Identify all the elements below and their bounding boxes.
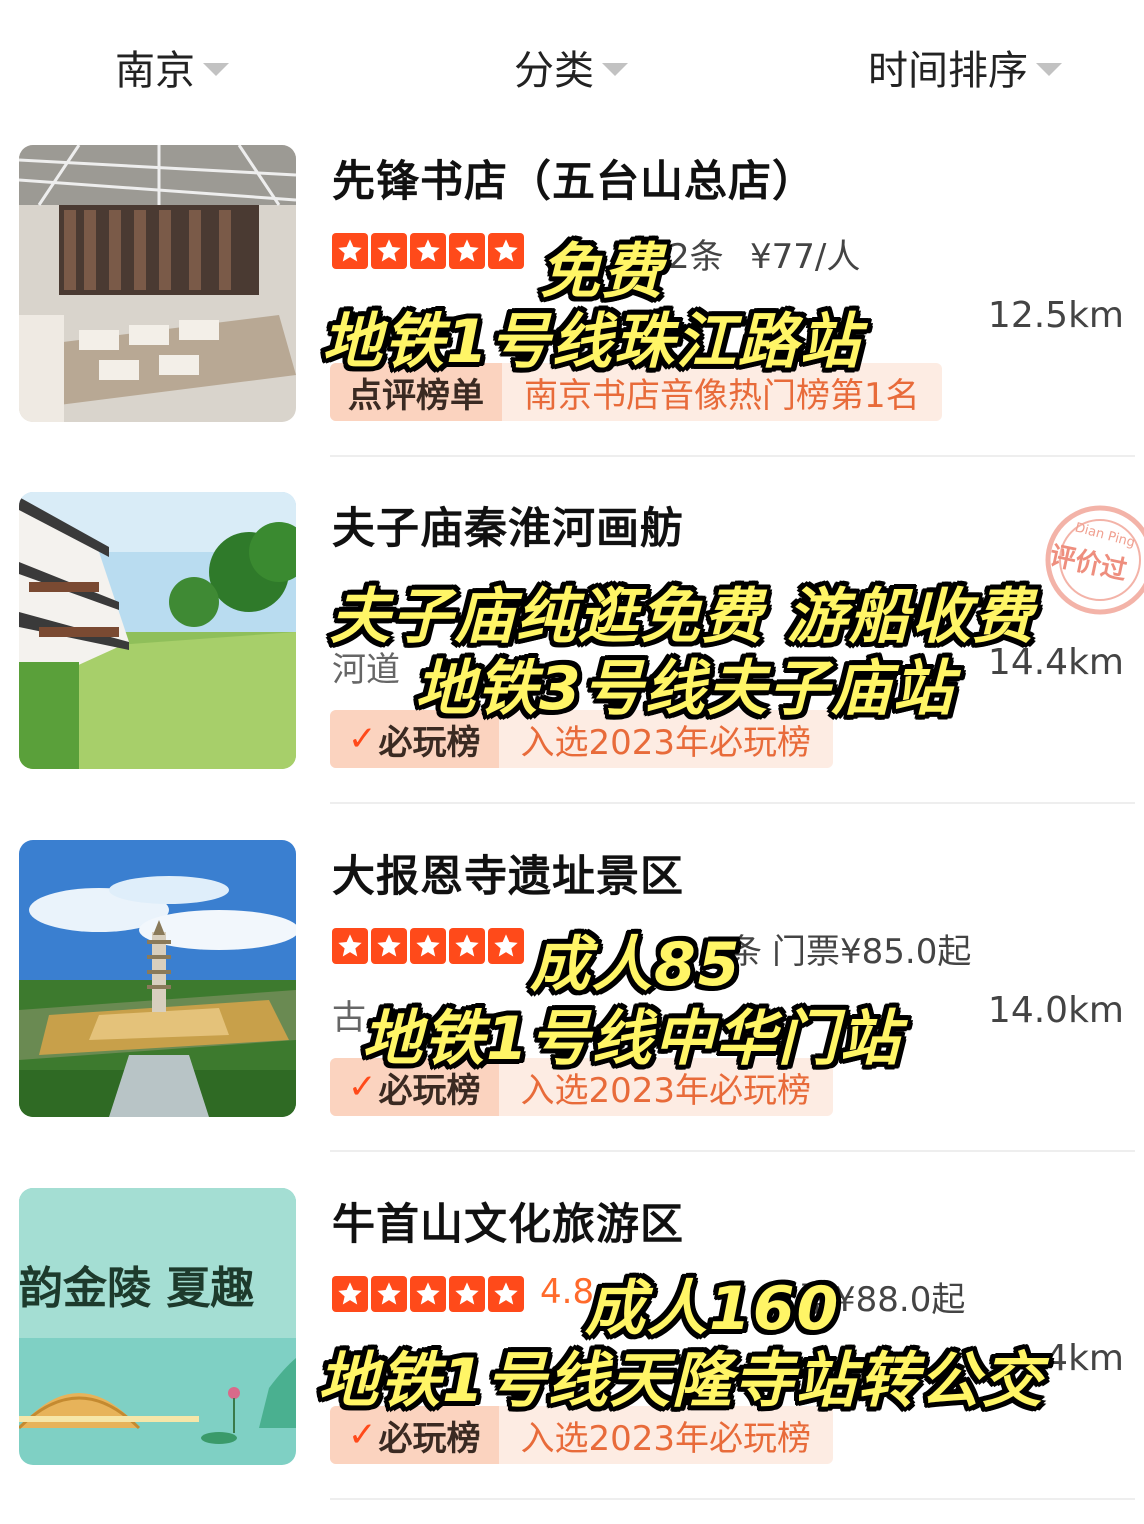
filter-category-label: 分类 (514, 48, 594, 94)
check-icon: ✓ (348, 1415, 377, 1455)
overlay-caption: 地铁3号线夫子庙站 (415, 654, 955, 724)
item-title: 牛首山文化旅游区 (332, 1200, 684, 1250)
review-count: 2条 (668, 237, 724, 277)
star-icon (371, 1276, 407, 1312)
chevron-down-icon (602, 62, 628, 76)
distance: .4km (1033, 1338, 1124, 1379)
overlay-caption: 地铁1号线中华门站 (362, 1004, 902, 1074)
star-icon (488, 1276, 524, 1312)
filter-city[interactable]: 南京 (115, 38, 229, 96)
filter-sort-label: 时间排序 (868, 48, 1028, 94)
star-icon (410, 1276, 446, 1312)
distance: 12.5km (987, 295, 1124, 336)
star-icon (371, 928, 407, 964)
poster-text: 韵金陵 夏趣 (19, 1263, 254, 1314)
reviewed-stamp: Dian Ping 评价过 (1030, 500, 1144, 620)
divider (330, 455, 1135, 457)
stamp-label: 评价过 (1047, 541, 1130, 587)
rating-stars (332, 1276, 524, 1312)
star-icon (332, 928, 368, 964)
overlay-caption: 地铁1号线天隆寺站转公交 (318, 1346, 1044, 1416)
star-icon (410, 928, 446, 964)
star-icon (410, 233, 446, 269)
star-icon (371, 233, 407, 269)
divider (330, 802, 1135, 804)
list-item[interactable]: 韵金陵 夏趣 牛首山文化旅游区 4.8 票¥88.0起 .4km ✓ 必玩榜 入选… (0, 1188, 1144, 1518)
divider (330, 1150, 1135, 1152)
item-title: 夫子庙秦淮河画舫 (332, 504, 684, 554)
star-icon (449, 928, 485, 964)
bookstore-photo (19, 145, 296, 422)
star-icon (488, 233, 524, 269)
list-item[interactable]: 夫子庙秦淮河画舫 河道 14.4km ✓ 必玩榜 入选2023年必玩榜 夫子庙纯逛… (0, 492, 1144, 822)
chevron-down-icon (1036, 62, 1062, 76)
star-icon (332, 233, 368, 269)
qinhuai-river-photo (19, 492, 296, 769)
list-item[interactable]: 大报恩寺遗址景区 条 门票¥85.0起 古 14.0km ✓ 必玩榜 入选2023… (0, 840, 1144, 1170)
bao-en-temple-photo (19, 840, 296, 1117)
check-icon: ✓ (348, 719, 377, 759)
star-icon (488, 928, 524, 964)
filter-bar: 南京 分类 时间排序 (0, 0, 1144, 130)
star-icon (332, 1276, 368, 1312)
star-icon (449, 233, 485, 269)
item-title: 大报恩寺遗址景区 (332, 852, 684, 902)
star-icon (449, 1276, 485, 1312)
item-subtitle: 古 (332, 998, 366, 1038)
distance: 14.0km (987, 990, 1124, 1031)
filter-sort[interactable]: 时间排序 (868, 38, 1062, 96)
chevron-down-icon (203, 62, 229, 76)
divider (330, 1498, 1135, 1500)
rating-stars (332, 928, 524, 964)
price: ¥77/人 (750, 237, 861, 277)
overlay-caption: 地铁1号线珠江路站 (322, 307, 862, 377)
filter-category[interactable]: 分类 (514, 38, 628, 96)
filter-city-label: 南京 (115, 48, 195, 94)
list-item[interactable]: 先锋书店（五台山总店） 2条 ¥77/人 12.5km 点评榜单 南京书店音像热… (0, 145, 1144, 475)
item-title: 先锋书店（五台山总店） (332, 157, 816, 207)
niushou-mountain-poster: 韵金陵 夏趣 (19, 1188, 296, 1465)
rating-stars (332, 233, 524, 269)
price: 门票¥85.0起 (772, 932, 972, 972)
